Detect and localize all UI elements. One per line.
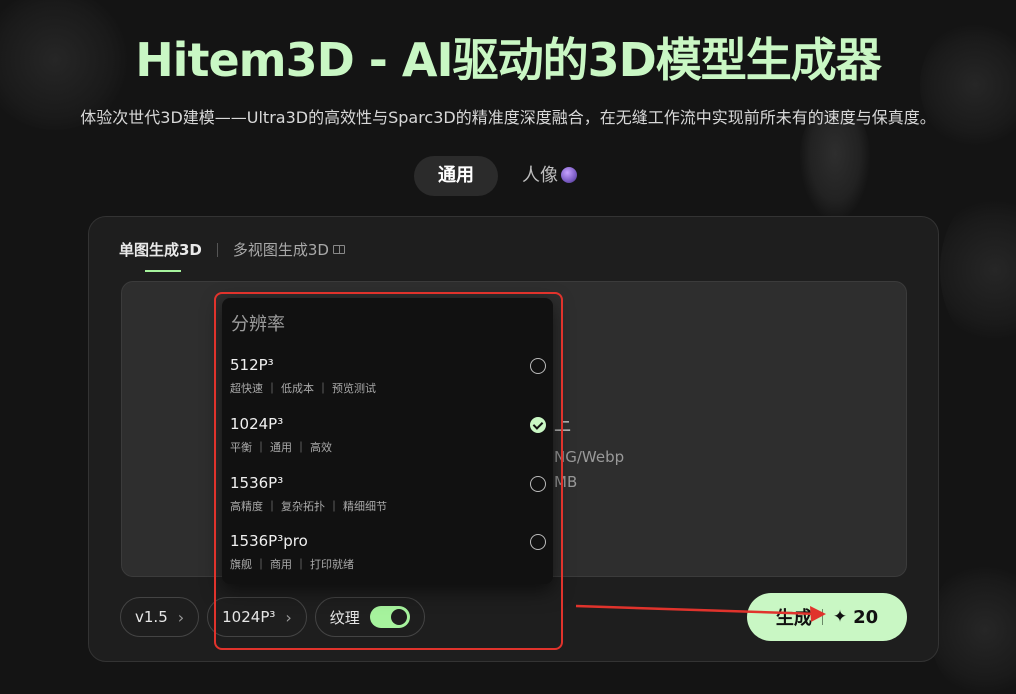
version-selector[interactable]: v1.5 › (120, 597, 200, 637)
generate-button[interactable]: 生成 ✦ 20 (747, 593, 907, 641)
tab-general[interactable]: 通用 (414, 156, 498, 196)
page-subtitle: 体验次世代3D建模——Ultra3D的高效性与Sparc3D的精准度深度融合，在… (80, 108, 936, 127)
option-name: 1536P³ (230, 474, 284, 492)
chevron-right-icon: › (177, 607, 185, 627)
generate-label: 生成 (775, 608, 812, 629)
page-title: Hitem3D - AI驱动的3D模型生成器 (135, 33, 882, 87)
tab-single-image[interactable]: 单图生成3D (119, 239, 202, 272)
generation-options: v1.5 › 1024P³ › 纹理 (120, 597, 425, 637)
option-name: 1024P³ (230, 415, 284, 433)
tab-portrait-label: 人像 (522, 165, 558, 186)
resolution-option-1024[interactable]: 1024P³ 平衡 ｜ 通用 ｜ 高效 (230, 415, 546, 465)
option-description: 超快速 ｜ 低成本 ｜ 预览测试 (230, 382, 376, 395)
texture-toggle-group: 纹理 (314, 597, 425, 637)
tab-divider (216, 242, 218, 257)
tab-multi-view[interactable]: 多视图生成3D (233, 239, 345, 268)
version-label: v1.5 (135, 608, 168, 626)
option-description: 高精度 ｜ 复杂拓扑 ｜ 精细细节 (230, 500, 387, 513)
resolution-selector[interactable]: 1024P³ › (207, 597, 307, 637)
book-icon (333, 245, 345, 254)
texture-toggle[interactable] (369, 606, 410, 628)
radio-unchecked-icon[interactable] (530, 476, 546, 492)
credit-cost: 20 (853, 606, 879, 628)
option-name: 1536P³pro (230, 532, 308, 550)
chevron-right-icon: › (285, 607, 292, 627)
tab-single-image-label: 单图生成3D (119, 241, 202, 259)
upload-format-partial: NG/Webp (554, 448, 625, 466)
background-decoration (930, 560, 1016, 694)
texture-label: 纹理 (329, 608, 360, 627)
option-description: 平衡 ｜ 通用 ｜ 高效 (230, 441, 332, 454)
tab-multi-view-label: 多视图生成3D (232, 241, 329, 259)
dropdown-title: 分辨率 (231, 314, 285, 335)
resolution-dropdown: 分辨率 512P³ 超快速 ｜ 低成本 ｜ 预览测试 1024P³ 平衡 ｜ 通… (222, 298, 553, 584)
toggle-knob (390, 609, 407, 625)
sparkle-icon: ✦ (832, 607, 848, 627)
option-name: 512P³ (230, 356, 274, 374)
radio-unchecked-icon[interactable] (530, 358, 546, 374)
resolution-option-512[interactable]: 512P³ 超快速 ｜ 低成本 ｜ 预览测试 (230, 356, 546, 406)
tab-general-label: 通用 (438, 165, 474, 186)
option-description: 旗舰 ｜ 商用 ｜ 打印就绪 (230, 558, 354, 571)
tab-portrait[interactable]: 人像 (498, 156, 601, 196)
resolution-option-1536-pro[interactable]: 1536P³pro 旗舰 ｜ 商用 ｜ 打印就绪 (230, 532, 546, 582)
generate-divider (821, 609, 823, 625)
upload-size-partial: MB (554, 473, 578, 491)
resolution-label: 1024P³ (222, 608, 276, 626)
radio-unchecked-icon[interactable] (530, 534, 546, 550)
generation-mode-tabs: 单图生成3D 多视图生成3D (119, 239, 345, 272)
upload-hint-partial: 上 (554, 415, 571, 435)
portrait-avatar-icon (561, 167, 577, 183)
radio-checked-icon[interactable] (530, 417, 546, 433)
mode-tabs: 通用 人像 (414, 156, 601, 196)
resolution-option-1536[interactable]: 1536P³ 高精度 ｜ 复杂拓扑 ｜ 精细细节 (230, 474, 546, 524)
background-decoration (940, 190, 1016, 350)
